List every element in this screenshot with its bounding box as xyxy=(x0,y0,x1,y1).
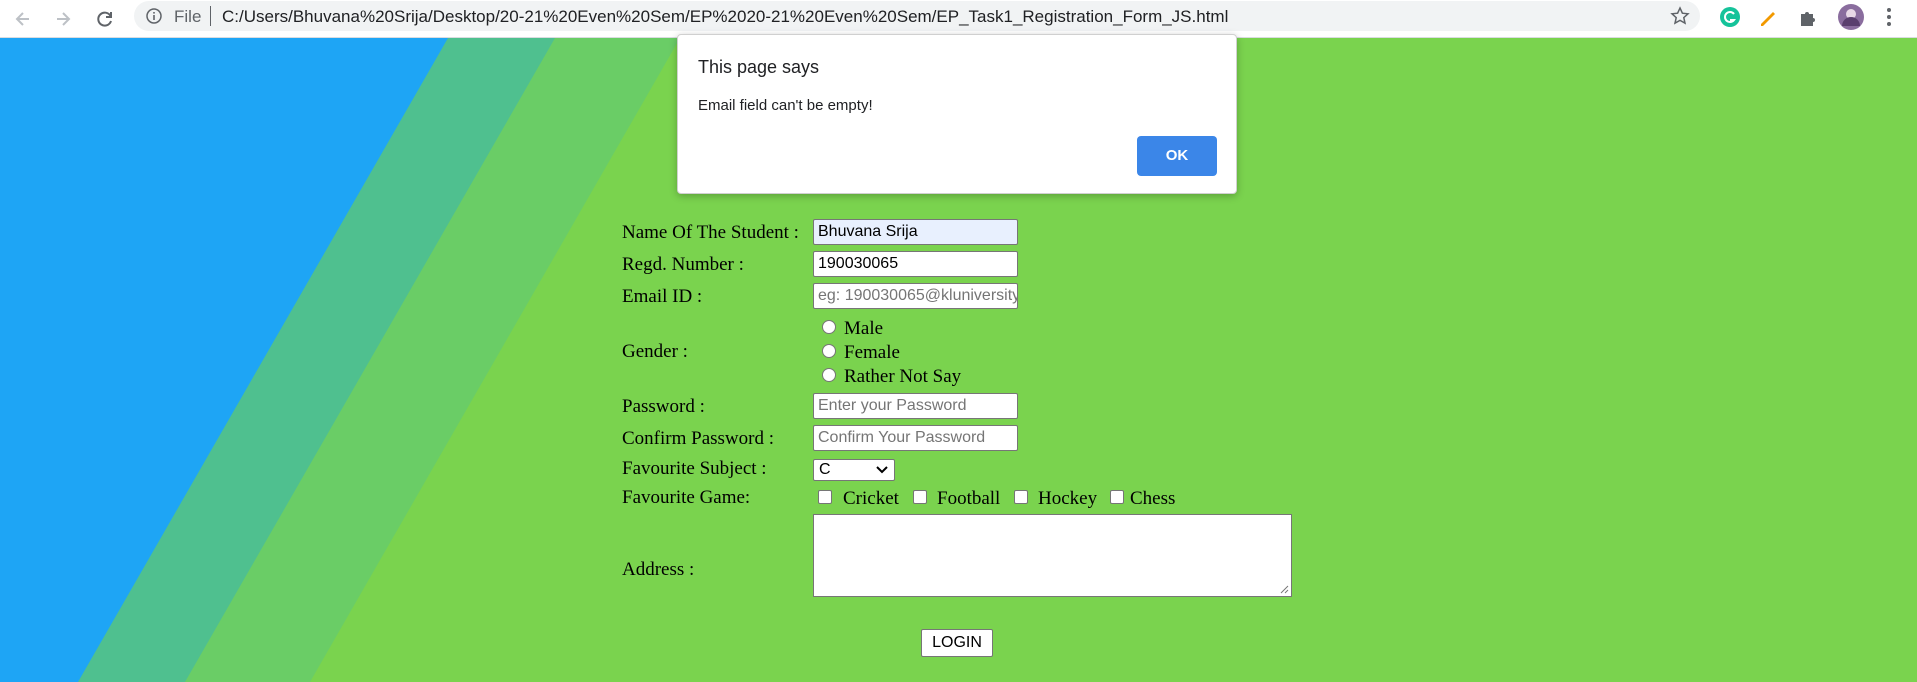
regd-value: 190030065 xyxy=(818,255,899,272)
game-football-label: Football xyxy=(937,488,1001,509)
address-label: Address : xyxy=(622,559,695,580)
password-placeholder: Enter your Password xyxy=(818,397,967,414)
name-label: Name Of The Student : xyxy=(622,222,799,243)
chevron-down-icon xyxy=(876,466,888,474)
game-hockey-label: Hockey xyxy=(1038,488,1098,509)
gender-male-label: Male xyxy=(844,318,884,339)
email-placeholder: eg: 190030065@kluniversity.in xyxy=(818,287,1018,304)
email-label: Email ID : xyxy=(622,286,703,307)
game-checkbox-football[interactable] xyxy=(913,490,927,504)
dialog-message: Email field can't be empty! xyxy=(698,97,873,114)
name-value: Bhuvana Srija xyxy=(818,223,918,240)
game-checkbox-hockey[interactable] xyxy=(1014,490,1028,504)
game-label: Favourite Game: xyxy=(622,487,751,508)
gender-female-label: Female xyxy=(844,342,900,363)
dialog-ok-button[interactable]: OK xyxy=(1137,136,1217,176)
email-input[interactable]: eg: 190030065@kluniversity.in xyxy=(813,283,1018,309)
game-checkbox-cricket[interactable] xyxy=(818,490,832,504)
password-label: Password : xyxy=(622,396,705,417)
confirm-password-input[interactable]: Confirm Your Password xyxy=(813,425,1018,451)
alert-dialog: This page says Email field can't be empt… xyxy=(677,34,1237,194)
resize-grip-icon[interactable] xyxy=(1280,585,1289,594)
game-cricket-label: Cricket xyxy=(843,488,899,509)
subject-label: Favourite Subject : xyxy=(622,458,767,479)
subject-selected-value: C xyxy=(819,461,831,478)
gender-radio-female[interactable] xyxy=(822,344,836,358)
gender-radio-rather-not-say[interactable] xyxy=(822,368,836,382)
password-input[interactable]: Enter your Password xyxy=(813,393,1018,419)
confirm-password-label: Confirm Password : xyxy=(622,428,774,449)
name-input[interactable]: Bhuvana Srija xyxy=(813,219,1018,245)
confirm-password-placeholder: Confirm Your Password xyxy=(818,429,986,446)
dialog-title: This page says xyxy=(698,57,820,77)
gender-radio-male[interactable] xyxy=(822,320,836,334)
regd-label: Regd. Number : xyxy=(622,254,744,275)
game-chess-label: Chess xyxy=(1130,488,1176,509)
login-button[interactable]: LOGIN xyxy=(921,629,993,657)
address-textarea[interactable] xyxy=(813,514,1292,597)
game-checkbox-chess[interactable] xyxy=(1110,490,1124,504)
subject-select[interactable]: C xyxy=(813,459,895,481)
gender-rather-not-say-label: Rather Not Say xyxy=(844,366,962,387)
gender-label: Gender : xyxy=(622,341,688,362)
regd-input[interactable]: 190030065 xyxy=(813,251,1018,277)
